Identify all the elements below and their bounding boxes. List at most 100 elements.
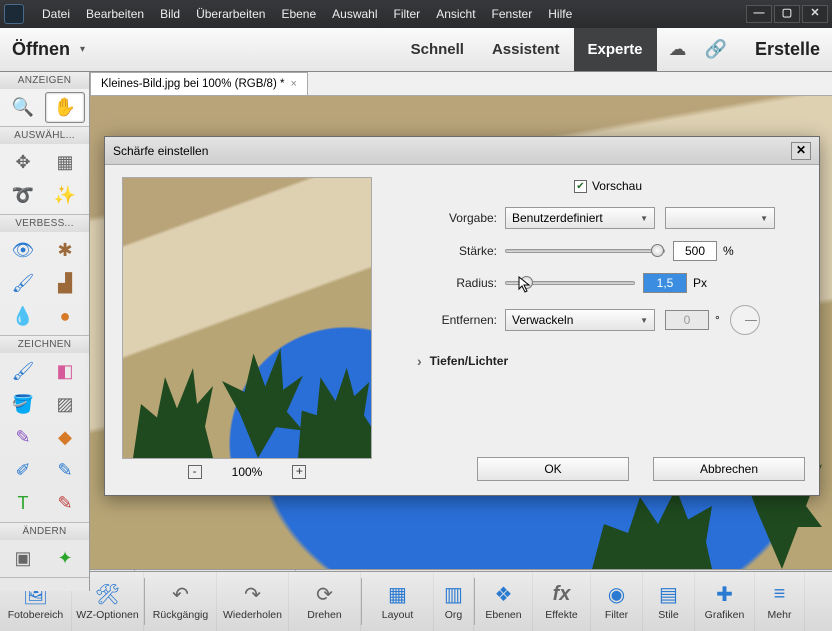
- more-icon: ≡: [774, 583, 786, 607]
- toolbox-section-enhance: VERBESS...: [0, 215, 89, 232]
- menu-fenster[interactable]: Fenster: [484, 7, 541, 21]
- menu-bearbeiten[interactable]: Bearbeiten: [78, 7, 152, 21]
- redeye-tool[interactable]: 👁: [3, 235, 43, 266]
- panel-filters[interactable]: ◉Filter: [591, 572, 643, 631]
- panel-label: Org: [445, 609, 463, 621]
- color-picker-tool[interactable]: ✎: [3, 422, 43, 453]
- dialog-titlebar[interactable]: Schärfe einstellen ✕: [105, 137, 819, 165]
- radius-label: Radius:: [417, 276, 497, 290]
- panel-layout[interactable]: ▦Layout: [362, 572, 434, 631]
- actionbar: Öffnen ▾ Schnell Assistent Experte ☁ 🔗 E…: [0, 28, 832, 72]
- panel-label: Drehen: [307, 609, 341, 621]
- menu-datei[interactable]: Datei: [34, 7, 78, 21]
- spot-heal-tool[interactable]: ✱: [45, 235, 85, 266]
- smart-brush-tool[interactable]: 🖌: [3, 268, 43, 299]
- brush-tool[interactable]: 🖌: [3, 356, 43, 387]
- sponge-tool[interactable]: ●: [45, 301, 85, 332]
- amount-label: Stärke:: [417, 244, 497, 258]
- type-tool[interactable]: T: [3, 488, 43, 519]
- window-maximize-button[interactable]: ▢: [774, 5, 800, 23]
- layout-icon: ▦: [388, 583, 407, 607]
- panel-effects[interactable]: fxEffekte: [533, 572, 591, 631]
- toolbox-section-select: AUSWÄHL...: [0, 127, 89, 144]
- zoom-in-button[interactable]: +: [292, 465, 306, 479]
- organizer-icon: ▥: [444, 583, 463, 607]
- shadows-highlights-expander[interactable]: Tiefen/Lichter: [417, 353, 799, 369]
- marquee-tool[interactable]: ▦: [45, 147, 85, 178]
- cloud-icon[interactable]: ☁: [669, 39, 687, 60]
- adjust-sharpness-dialog: Schärfe einstellen ✕ - 100% + ✔ Vorschau: [104, 136, 820, 496]
- remove-dropdown[interactable]: Verwackeln: [505, 309, 655, 331]
- preset-label: Vorgabe:: [417, 211, 497, 225]
- preset-extra-dropdown[interactable]: [665, 207, 775, 229]
- cancel-button[interactable]: Abbrechen: [653, 457, 805, 481]
- preview-image[interactable]: [122, 177, 372, 459]
- document-tab-close-icon[interactable]: ×: [290, 78, 296, 90]
- menu-ebene[interactable]: Ebene: [273, 7, 324, 21]
- panel-label: WZ-Optionen: [76, 609, 138, 621]
- app-icon: [4, 4, 24, 24]
- radius-slider[interactable]: [505, 281, 635, 285]
- shape-tool[interactable]: ◆: [45, 422, 85, 453]
- move-tool[interactable]: ✥: [3, 147, 43, 178]
- amount-input[interactable]: [673, 241, 717, 261]
- menu-hilfe[interactable]: Hilfe: [540, 7, 580, 21]
- panel-label: Wiederholen: [223, 609, 282, 621]
- undo-icon: ↶: [172, 583, 189, 607]
- menu-auswahl[interactable]: Auswahl: [324, 7, 385, 21]
- paint-bucket-tool[interactable]: 🪣: [3, 389, 43, 420]
- panel-styles[interactable]: ▤Stile: [643, 572, 695, 631]
- lasso-tool[interactable]: ➰: [3, 180, 43, 211]
- toolbox-section-modify: ÄNDERN: [0, 523, 89, 540]
- panel-redo[interactable]: ↷Wiederholen: [217, 572, 289, 631]
- preview-checkbox[interactable]: ✔: [574, 180, 587, 193]
- gradient-tool[interactable]: ▨: [45, 389, 85, 420]
- angle-wheel[interactable]: [730, 305, 760, 335]
- mode-tab-expert[interactable]: Experte: [574, 28, 657, 71]
- window-close-button[interactable]: ✕: [802, 5, 828, 23]
- rotate-icon: ⟳: [316, 583, 333, 607]
- blur-tool[interactable]: 💧: [3, 301, 43, 332]
- panel-label: Grafiken: [705, 609, 745, 621]
- eyedropper-tool[interactable]: ✐: [3, 455, 43, 486]
- open-button[interactable]: Öffnen: [12, 39, 70, 60]
- panel-label: Rückgängig: [153, 609, 208, 621]
- zoom-tool[interactable]: 🔍: [3, 92, 43, 123]
- document-tab[interactable]: Kleines-Bild.jpg bei 100% (RGB/8) * ×: [90, 72, 308, 95]
- clone-stamp-tool[interactable]: ▟: [45, 268, 85, 299]
- menu-ueberarbeiten[interactable]: Überarbeiten: [188, 7, 273, 21]
- panel-graphics[interactable]: ✚ Grafiken: [695, 572, 755, 631]
- dialog-title: Schärfe einstellen: [113, 144, 208, 158]
- panel-undo[interactable]: ↶ Rückgängig: [145, 572, 217, 631]
- recompose-tool[interactable]: ✦: [45, 543, 85, 574]
- custom-shape-tool[interactable]: ✎: [45, 455, 85, 486]
- pencil-tool[interactable]: ✎: [45, 488, 85, 519]
- radius-input[interactable]: [643, 273, 687, 293]
- quick-select-tool[interactable]: ✨: [45, 180, 85, 211]
- window-minimize-button[interactable]: —: [746, 5, 772, 23]
- amount-slider[interactable]: [505, 249, 665, 253]
- mode-tab-guided[interactable]: Assistent: [478, 28, 574, 71]
- radius-unit: Px: [693, 276, 707, 290]
- preset-dropdown[interactable]: Benutzerdefiniert: [505, 207, 655, 229]
- zoom-out-button[interactable]: -: [188, 465, 202, 479]
- menu-ansicht[interactable]: Ansicht: [428, 7, 483, 21]
- menu-filter[interactable]: Filter: [386, 7, 429, 21]
- mode-tab-quick[interactable]: Schnell: [397, 28, 478, 71]
- panel-layers[interactable]: ❖Ebenen: [475, 572, 533, 631]
- panel-more[interactable]: ≡Mehr: [755, 572, 805, 631]
- panel-rotate[interactable]: ⟳ Drehen: [289, 572, 361, 631]
- ok-button[interactable]: OK: [477, 457, 629, 481]
- panel-label: Fotobereich: [8, 609, 63, 621]
- panel-organizer[interactable]: ▥ Org: [434, 572, 474, 631]
- share-link-icon[interactable]: 🔗: [705, 39, 727, 60]
- menu-bild[interactable]: Bild: [152, 7, 188, 21]
- graphics-icon: ✚: [716, 583, 733, 607]
- panel-label: Stile: [658, 609, 678, 621]
- open-dropdown-icon[interactable]: ▾: [80, 44, 85, 55]
- crop-tool[interactable]: ▣: [3, 543, 43, 574]
- create-button[interactable]: Erstelle: [755, 39, 820, 60]
- eraser-tool[interactable]: ◧: [45, 356, 85, 387]
- dialog-close-button[interactable]: ✕: [791, 142, 811, 160]
- hand-tool[interactable]: ✋: [45, 92, 85, 123]
